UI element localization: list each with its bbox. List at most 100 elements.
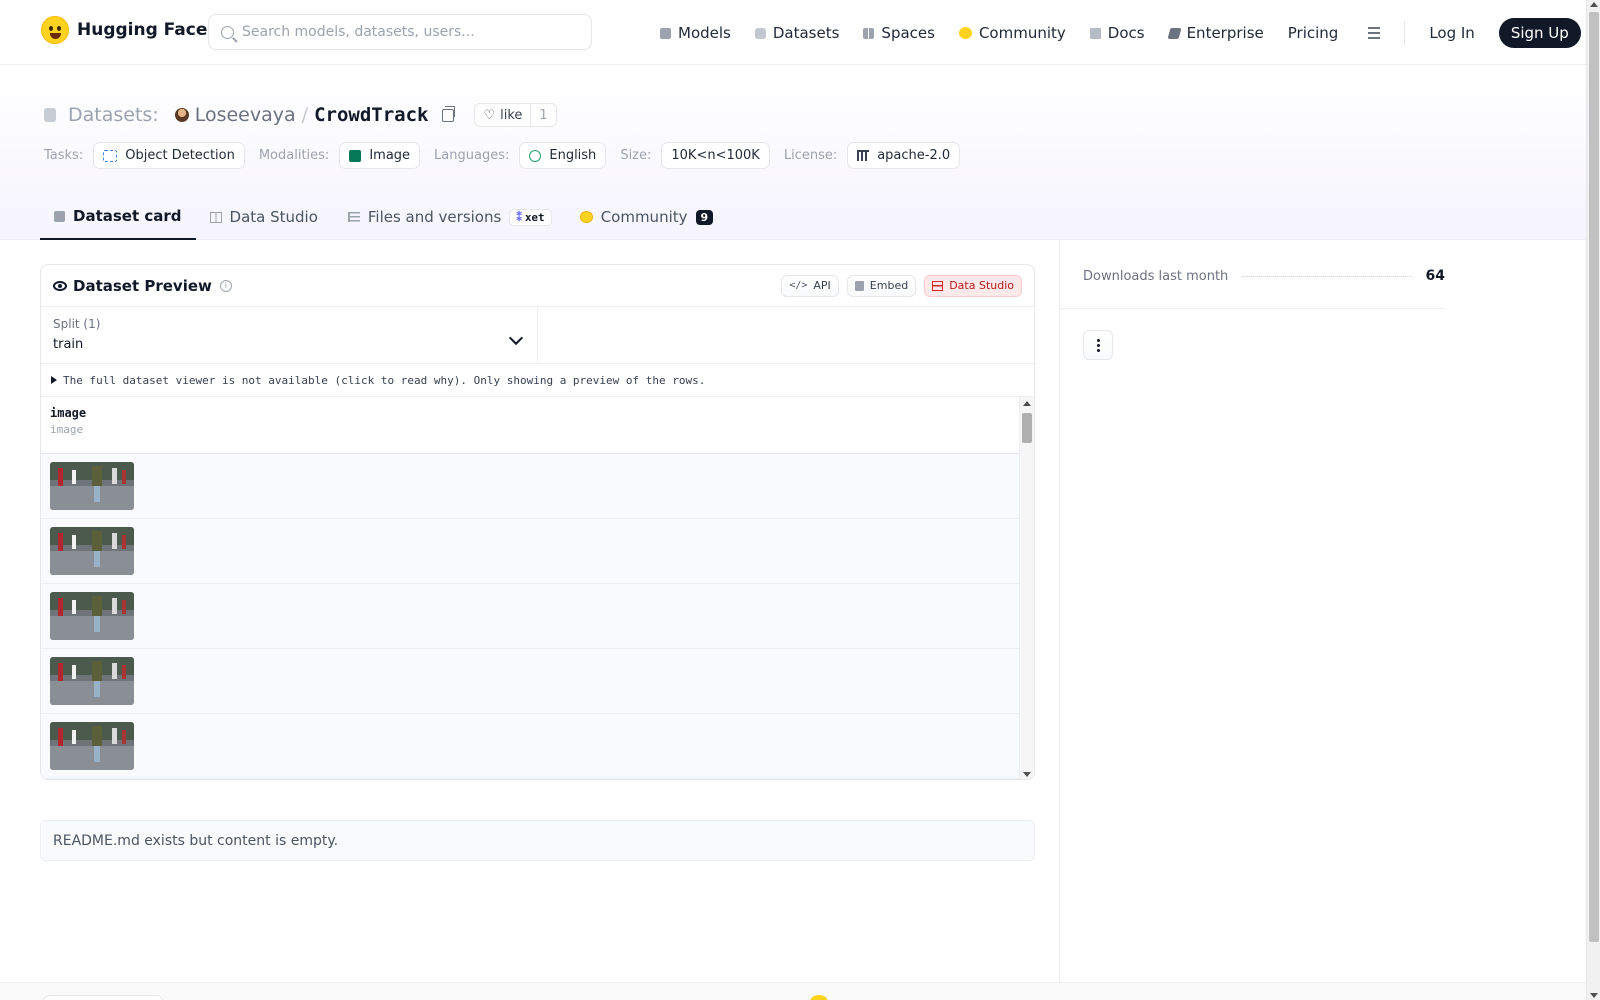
spaces-icon [863,27,875,39]
tag-language-text: English [549,148,597,163]
like-button[interactable]: ♡ like [475,104,532,126]
signup-button[interactable]: Sign Up [1498,18,1581,48]
tab-dataset-card[interactable]: Dataset card [40,194,196,240]
community-count-badge: 9 [695,209,714,225]
image-thumbnail[interactable] [50,592,134,640]
table-scrollbar-thumb[interactable] [1022,413,1032,443]
nav-links: Models Datasets Spaces Community Docs En… [660,18,1581,48]
table-row[interactable] [41,519,1021,584]
nav-pricing-label: Pricing [1287,24,1339,42]
like-count[interactable]: 1 [531,108,555,123]
table-row[interactable] [41,649,1021,714]
scroll-down-arrow-icon[interactable] [1590,993,1598,998]
tab-dataset-card-label: Dataset card [73,207,182,225]
tag-modality[interactable]: Image [339,142,421,169]
tab-data-studio-label: Data Studio [229,208,318,226]
nav-datasets[interactable]: Datasets [754,24,840,42]
repo-header: Datasets: Loseevaya / CrowdTrack ♡ like … [0,65,1586,240]
nav-spaces[interactable]: Spaces [863,24,935,42]
tab-data-studio[interactable]: Data Studio [196,194,332,240]
tag-task[interactable]: Object Detection [93,142,245,169]
image-thumbnail[interactable] [50,722,134,770]
languages-label: Languages: [434,148,510,163]
nav-pricing[interactable]: Pricing [1288,24,1339,42]
embed-button[interactable]: Embed [846,274,917,297]
like-label: like [500,107,523,123]
more-menu-button[interactable] [1362,27,1381,39]
preview-actions: </> API Embed Data Studio [781,274,1022,297]
scroll-down-arrow-icon[interactable] [1023,772,1031,777]
table-scrollbar[interactable] [1019,397,1034,779]
downloads-leader-dots [1242,275,1412,277]
book-icon [1089,27,1101,39]
brand-logo[interactable]: Hugging Face [41,16,207,44]
login-link[interactable]: Log In [1429,24,1475,42]
tag-license[interactable]: apache-2.0 [847,142,961,169]
nav-datasets-label: Datasets [772,24,840,42]
sidebar-divider [1059,240,1060,982]
tab-community[interactable]: Community 9 [566,194,727,240]
downloads-stat: Downloads last month 64 [1083,268,1445,284]
eye-icon [53,280,67,291]
nav-enterprise-label: Enterprise [1186,24,1264,42]
page-scrollbar[interactable] [1586,0,1600,1000]
nav-models[interactable]: Models [660,24,731,42]
nav-docs[interactable]: Docs [1089,24,1145,42]
table-icon [932,280,944,291]
image-thumbnail[interactable] [50,527,134,575]
data-studio-button[interactable]: Data Studio [924,274,1022,297]
sidebar-separator [1060,308,1445,309]
scroll-up-arrow-icon[interactable] [1590,2,1598,7]
xet-badge-text: xet [524,210,545,224]
column-header-image: image image [41,397,1034,454]
info-icon[interactable]: i [219,279,232,292]
table-row[interactable] [41,584,1021,649]
nav-enterprise[interactable]: Enterprise [1167,24,1264,42]
tab-community-label: Community [600,208,688,226]
hugging-face-logo-icon [41,16,69,44]
dataset-preview-panel: Dataset Preview i </> API Embed Data Stu… [40,264,1035,780]
disclosure-triangle-icon [51,376,57,384]
size-label: Size: [620,148,652,163]
table-row[interactable] [41,714,1021,779]
copy-icon[interactable] [442,105,456,122]
nav-community[interactable]: Community [958,24,1066,42]
image-thumbnail[interactable] [50,657,134,705]
page-scrollbar-thumb[interactable] [1589,12,1599,942]
tag-size[interactable]: 10K<n<100K [661,142,770,169]
tag-modality-text: Image [369,148,411,163]
search-box[interactable] [208,14,592,50]
api-button-label: API [813,279,831,292]
data-studio-button-label: Data Studio [949,279,1014,292]
search-icon [221,25,234,39]
heart-icon: ♡ [483,107,496,123]
code-icon: </> [789,280,808,291]
api-button[interactable]: </> API [781,274,839,297]
scroll-up-arrow-icon[interactable] [1023,401,1031,406]
object-detection-icon [103,149,118,162]
repo-name-link[interactable]: CrowdTrack [314,104,428,126]
footer-button[interactable] [42,995,164,1000]
database-icon [754,27,766,39]
viewer-notice-text: The full dataset viewer is not available… [63,373,706,387]
search-input[interactable] [242,24,572,40]
repo-kind[interactable]: Datasets: [68,104,159,126]
tab-files-and-versions[interactable]: Files and versions ⁑ xet [332,194,566,240]
more-options-button[interactable] [1083,330,1113,360]
hug-icon [579,211,593,223]
downloads-label: Downloads last month [1083,268,1229,284]
repo-tags: Tasks: Object Detection Modalities: Imag… [44,142,964,169]
image-thumbnail[interactable] [50,462,134,510]
tab-files-label: Files and versions [367,208,502,226]
split-selector-row: Split (1) train [41,307,1034,364]
viewer-notice[interactable]: The full dataset viewer is not available… [41,364,1034,397]
tag-language[interactable]: English [519,142,607,169]
nav-spaces-label: Spaces [881,24,935,42]
nav-models-label: Models [678,24,731,42]
like-widget: ♡ like 1 [474,103,557,127]
split-select[interactable]: Split (1) train [41,307,538,363]
table-row[interactable] [41,454,1021,519]
license-label: License: [783,148,838,163]
preview-title: Dataset Preview [73,276,212,295]
repo-owner-link[interactable]: Loseevaya [195,104,296,126]
